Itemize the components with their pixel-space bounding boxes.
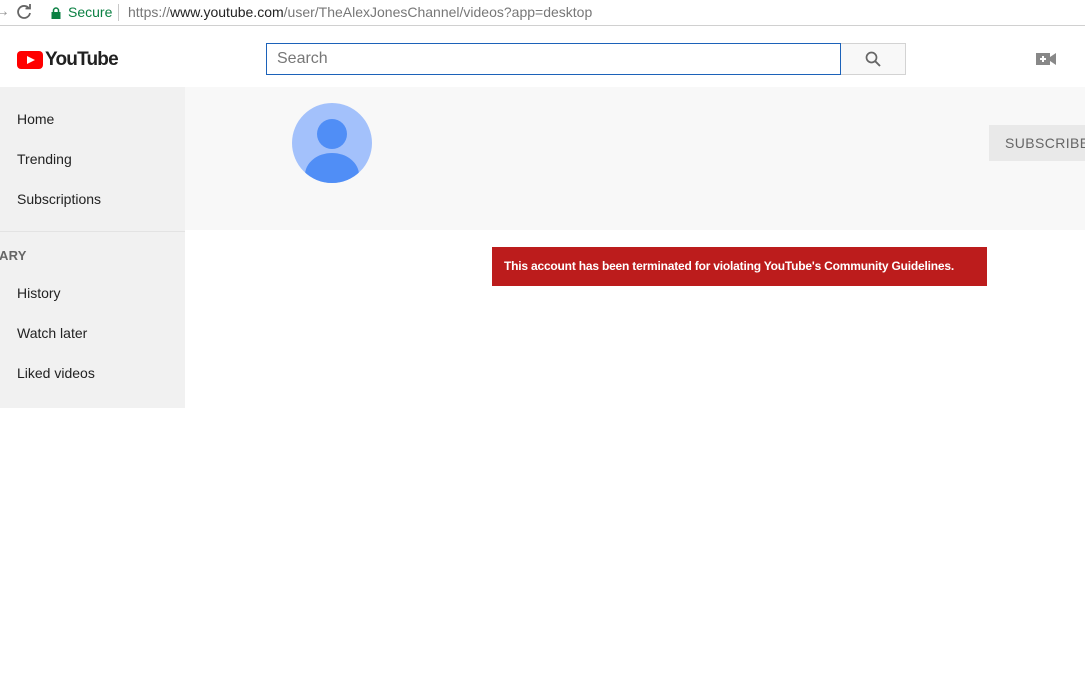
sidebar-item-home[interactable]: Home (17, 110, 54, 128)
url-path: /user/TheAlexJonesChannel/videos?app=des… (283, 4, 593, 20)
youtube-logo[interactable]: YouTube (17, 49, 119, 70)
address-separator (118, 4, 119, 21)
search-input[interactable] (266, 43, 841, 75)
browser-address-bar: → Secure https://www.youtube.com/user/Th… (0, 0, 1085, 26)
url-scheme: https:// (128, 4, 171, 20)
sidebar-item-liked-videos[interactable]: Liked videos (17, 364, 95, 382)
forward-arrow-icon[interactable]: → (0, 2, 10, 22)
video-camera-plus-icon[interactable] (1036, 52, 1056, 66)
channel-header: SUBSCRIBED (185, 87, 1085, 230)
reload-icon[interactable] (15, 3, 33, 21)
sidebar-item-trending[interactable]: Trending (17, 150, 72, 168)
sidebar-library-heading: ARY (0, 248, 27, 263)
sidebar-divider (0, 231, 185, 232)
logo-text: YouTube (45, 49, 119, 70)
youtube-play-logo-icon (17, 51, 43, 69)
sidebar-item-history[interactable]: History (17, 284, 61, 302)
search-button[interactable] (841, 43, 906, 75)
default-avatar-icon (292, 103, 372, 183)
account-terminated-alert: This account has been terminated for vio… (492, 247, 987, 286)
secure-label: Secure (68, 4, 113, 20)
masthead: YouTube (0, 27, 1085, 87)
search-icon (865, 51, 881, 67)
url-field[interactable]: https://www.youtube.com/user/TheAlexJone… (128, 4, 592, 21)
lock-icon (51, 6, 61, 19)
sidebar-item-subscriptions[interactable]: Subscriptions (17, 190, 101, 208)
sidebar: Home Trending Subscriptions ARY History … (0, 87, 185, 408)
sidebar-item-watch-later[interactable]: Watch later (17, 324, 87, 342)
url-host: www.youtube.com (170, 4, 284, 20)
subscribed-button[interactable]: SUBSCRIBED (989, 125, 1085, 161)
